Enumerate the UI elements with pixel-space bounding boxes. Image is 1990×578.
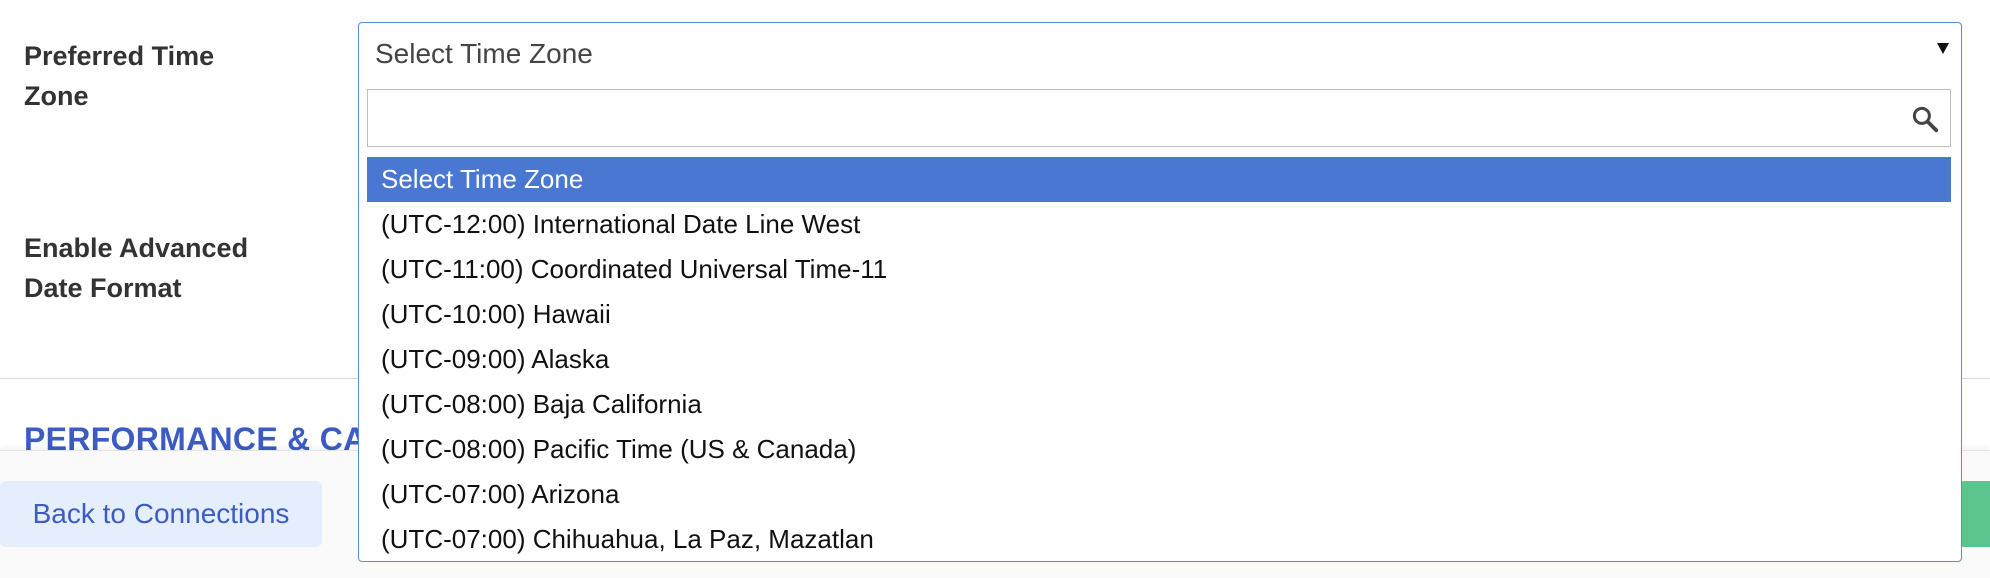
time-zone-search-input[interactable] [368, 90, 1898, 145]
time-zone-search-box [367, 89, 1951, 147]
time-zone-option[interactable]: Select Time Zone [367, 157, 1951, 202]
caret-down-icon[interactable] [1937, 43, 1949, 54]
time-zone-option[interactable]: (UTC-10:00) Hawaii [367, 292, 1951, 337]
time-zone-option[interactable]: (UTC-07:00) Arizona [367, 472, 1951, 517]
time-zone-option[interactable]: (UTC-12:00) International Date Line West [367, 202, 1951, 247]
time-zone-option[interactable]: (UTC-08:00) Baja California [367, 382, 1951, 427]
preferred-time-zone-label: Preferred Time Zone [24, 41, 215, 111]
time-zone-option[interactable]: (UTC-11:00) Coordinated Universal Time-1… [367, 247, 1951, 292]
advanced-date-format-label: Enable Advanced Date Format [24, 233, 249, 303]
time-zone-option[interactable]: (UTC-07:00) Chihuahua, La Paz, Mazatlan [367, 517, 1951, 555]
settings-page: Preferred Time Zone Enable Advanced Date… [0, 0, 1990, 578]
time-zone-option[interactable]: (UTC-09:00) Alaska [367, 337, 1951, 382]
search-icon [1912, 106, 1939, 133]
save-button[interactable] [1960, 481, 1990, 547]
back-to-connections-button[interactable]: Back to Connections [0, 481, 322, 547]
time-zone-option[interactable]: (UTC-08:00) Pacific Time (US & Canada) [367, 427, 1951, 472]
time-zone-selected-value: Select Time Zone [375, 38, 593, 69]
time-zone-select[interactable]: Select Time Zone Select Time Zone (UTC-12… [358, 22, 1962, 562]
time-zone-options-list: Select Time Zone (UTC-12:00) Internationa… [367, 157, 1951, 555]
time-zone-select-current[interactable]: Select Time Zone [359, 23, 1961, 85]
